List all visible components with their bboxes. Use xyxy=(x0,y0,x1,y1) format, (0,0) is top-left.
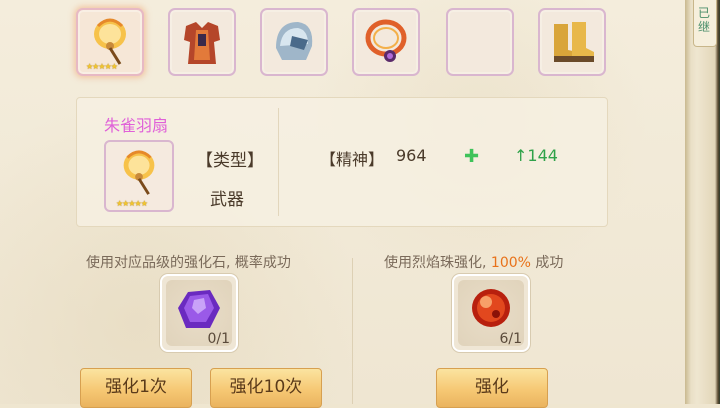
item-type-label: 【类型】 xyxy=(196,151,264,171)
material-count: 6/1 xyxy=(499,331,522,347)
equip-slot-empty[interactable] xyxy=(446,8,514,76)
plus-icon: ✚ xyxy=(464,146,480,167)
right-hint: 使用烈焰珠强化, 100% 成功 xyxy=(384,252,563,272)
necklace-icon xyxy=(365,19,407,62)
enhance-once-button[interactable]: 强化1次 xyxy=(80,368,192,408)
material-slot-flame-pearl[interactable]: 6/1 xyxy=(452,274,530,352)
material-slot-stone[interactable]: 0/1 xyxy=(160,274,238,352)
slot-stars: ★★★★★ xyxy=(86,62,118,71)
attr-label: 【精神】 xyxy=(320,150,385,169)
material-count: 0/1 xyxy=(207,331,230,347)
attr-bonus: ↑144 xyxy=(514,146,558,165)
section-divider xyxy=(352,258,353,404)
equip-slot-armor[interactable] xyxy=(168,8,236,76)
divider xyxy=(278,108,279,216)
equip-slot-weapon[interactable]: ★★★★★ xyxy=(76,8,144,76)
right-hint-post: 成功 xyxy=(530,255,564,271)
equip-slot-helmet[interactable] xyxy=(260,8,328,76)
gem-stone-icon xyxy=(178,290,220,328)
side-tab-label: 已 继 xyxy=(698,6,711,34)
item-icon: ★★★★★ xyxy=(104,140,174,212)
equip-slot-necklace[interactable] xyxy=(352,8,420,76)
item-name: 朱雀羽扇 xyxy=(104,116,169,135)
feather-fan-icon xyxy=(123,150,155,195)
armor-icon xyxy=(184,22,220,64)
equip-slot-boots[interactable] xyxy=(538,8,606,76)
item-type-value: 武器 xyxy=(210,190,244,210)
right-hint-pre: 使用烈焰珠强化, xyxy=(384,255,491,271)
item-stars: ★★★★★ xyxy=(116,199,148,208)
boots-icon xyxy=(554,22,594,62)
helmet-icon xyxy=(276,22,313,60)
flame-pearl-icon xyxy=(472,289,510,327)
feather-fan-icon xyxy=(94,18,126,65)
enhance-button[interactable]: 强化 xyxy=(436,368,548,408)
left-hint: 使用对应品级的强化石, 概率成功 xyxy=(86,255,291,271)
side-tab[interactable]: 已 继 xyxy=(693,0,717,47)
enhance-ten-button[interactable]: 强化10次 xyxy=(210,368,322,408)
attr-value: 964 xyxy=(396,146,427,165)
right-hint-percent: 100% xyxy=(490,255,531,271)
side-frame: 已 继 xyxy=(685,0,720,404)
